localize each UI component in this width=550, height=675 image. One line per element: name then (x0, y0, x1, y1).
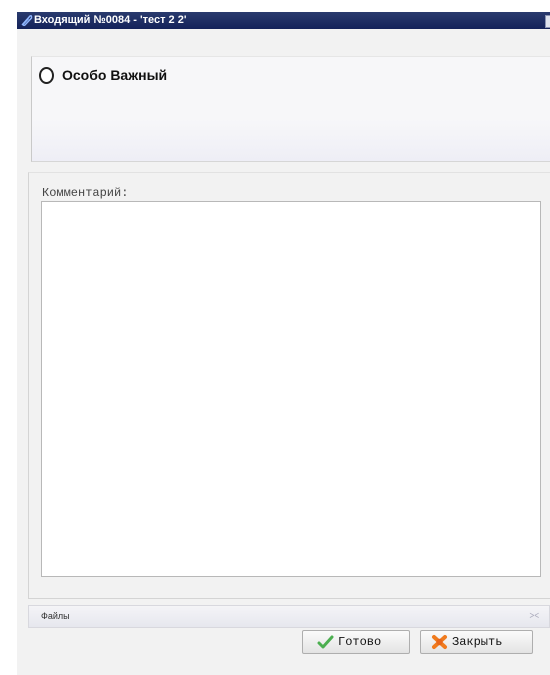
window-control-button[interactable] (545, 15, 550, 28)
close-icon (432, 635, 447, 649)
double-chevron-down-icon[interactable]: ⪥ (529, 608, 539, 622)
paperclip-icon (21, 15, 33, 27)
priority-label: Особо Важный (62, 67, 168, 83)
done-button-label: Готово (338, 635, 382, 649)
priority-radio[interactable] (39, 67, 54, 84)
window-titlebar[interactable]: Входящий №0084 - 'тест 2 2' (17, 12, 550, 29)
window-title: Входящий №0084 - 'тест 2 2' (34, 14, 187, 26)
close-button-label: Закрыть (452, 635, 503, 649)
comment-input[interactable] (41, 201, 541, 577)
checkmark-icon (317, 635, 334, 649)
files-panel-header[interactable]: Файлы ⪥ (28, 605, 550, 628)
priority-panel: Особо Важный (31, 56, 550, 162)
done-button[interactable]: Готово (302, 630, 410, 654)
dialog-window: Входящий №0084 - 'тест 2 2' Особо Важный… (17, 12, 550, 675)
files-label: Файлы (41, 611, 70, 621)
close-button[interactable]: Закрыть (420, 630, 533, 654)
comment-label: Комментарий: (42, 186, 129, 200)
comment-section: Комментарий: (28, 172, 550, 599)
